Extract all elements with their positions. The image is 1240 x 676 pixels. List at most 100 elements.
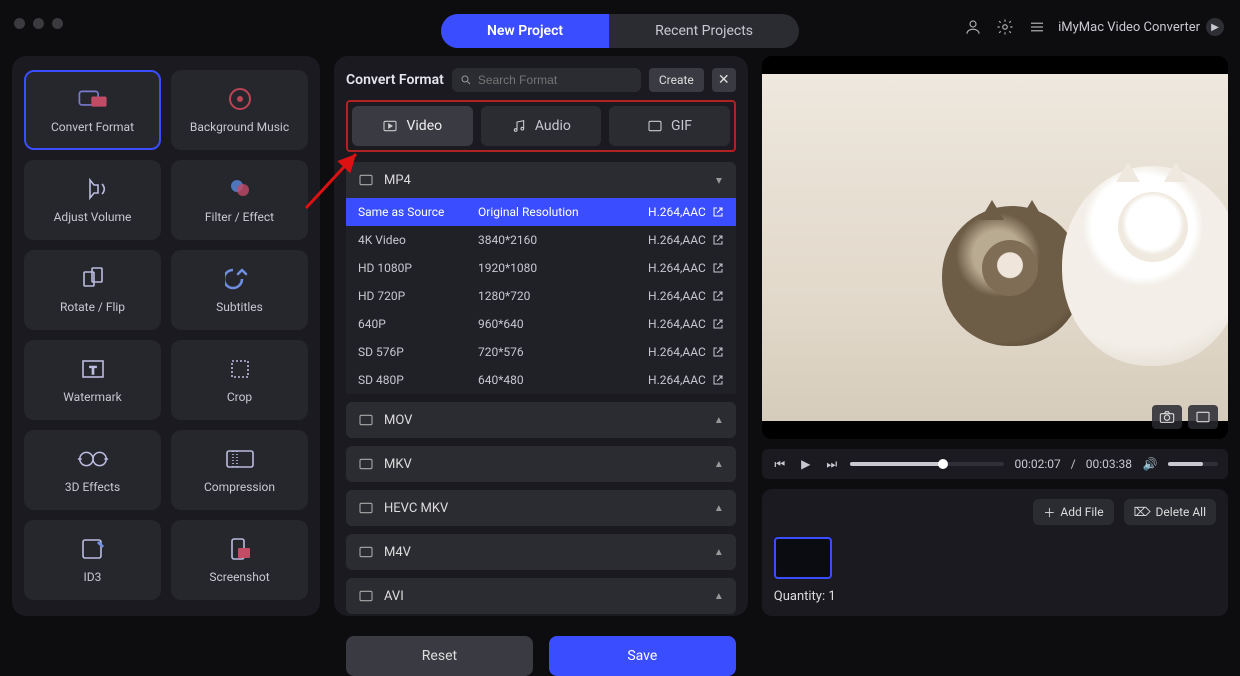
camera-icon bbox=[1159, 410, 1175, 424]
crop-icon bbox=[223, 356, 257, 382]
format-header-mp4[interactable]: MP4▲ bbox=[346, 162, 736, 198]
tool-label: Subtitles bbox=[216, 300, 263, 314]
fullscreen-icon bbox=[1195, 410, 1211, 424]
adjust-volume-icon bbox=[76, 176, 110, 202]
tool-label: Watermark bbox=[63, 390, 122, 404]
time-total: 00:03:38 bbox=[1086, 457, 1132, 471]
format-header-mov[interactable]: MOV▲ bbox=[346, 402, 736, 438]
tool-crop[interactable]: Crop bbox=[171, 340, 308, 420]
tool-background-music[interactable]: Background Music bbox=[171, 70, 308, 150]
seek-track[interactable] bbox=[850, 462, 1005, 466]
format-header-hevcmkv[interactable]: HEVC MKV▲ bbox=[346, 490, 736, 526]
format-row[interactable]: HD 1080P1920*1080H.264,AAC bbox=[346, 254, 736, 282]
chevron-icon: ▲ bbox=[714, 415, 724, 426]
container-icon bbox=[358, 172, 374, 188]
format-header-m4v[interactable]: M4V▲ bbox=[346, 534, 736, 570]
tool-screenshot[interactable]: Screenshot bbox=[171, 520, 308, 600]
save-button[interactable]: Save bbox=[549, 636, 736, 676]
format-row[interactable]: SD 480P640*480H.264,AAC bbox=[346, 366, 736, 394]
gif-icon bbox=[647, 118, 663, 134]
chevron-icon: ▲ bbox=[714, 547, 724, 558]
header-right: iMyMac Video Converter ▶ bbox=[962, 16, 1224, 38]
delete-all-button[interactable]: ⌦Delete All bbox=[1124, 499, 1216, 525]
tool-label: 3D Effects bbox=[65, 480, 120, 494]
screenshot-icon bbox=[223, 536, 257, 562]
format-row[interactable]: SD 576P720*576H.264,AAC bbox=[346, 338, 736, 366]
brand-label: iMyMac Video Converter bbox=[1058, 20, 1200, 35]
tool-label: Compression bbox=[204, 480, 275, 494]
snapshot-button[interactable] bbox=[1152, 405, 1182, 429]
format-row[interactable]: HD 720P1280*720H.264,AAC bbox=[346, 282, 736, 310]
external-icon bbox=[712, 346, 724, 358]
tool-id3[interactable]: ID3 bbox=[24, 520, 161, 600]
rotate-flip-icon bbox=[76, 266, 110, 292]
convert-panel: Convert Format Create ✕ Video Audio bbox=[334, 56, 748, 616]
player-timeline: ⏮ ▶ ⏭ 00:02:07 / 00:03:38 🔊 bbox=[762, 449, 1228, 479]
tool-rotate-flip[interactable]: Rotate / Flip bbox=[24, 250, 161, 330]
tool-label: Convert Format bbox=[51, 120, 134, 134]
queue-panel: ＋Add File ⌦Delete All Quantity: 1 bbox=[762, 489, 1228, 616]
external-icon bbox=[712, 318, 724, 330]
tool-label: Filter / Effect bbox=[205, 210, 274, 224]
tab-audio[interactable]: Audio bbox=[481, 106, 602, 146]
search-input[interactable] bbox=[478, 73, 633, 87]
tool-3d-effects[interactable]: 3D Effects bbox=[24, 430, 161, 510]
next-button[interactable]: ⏭ bbox=[824, 457, 840, 472]
format-row[interactable]: 640P960*640H.264,AAC bbox=[346, 310, 736, 338]
watermark-icon: T bbox=[76, 356, 110, 382]
chevron-icon: ▲ bbox=[714, 175, 724, 186]
tab-video[interactable]: Video bbox=[352, 106, 473, 146]
chevron-icon: ▲ bbox=[714, 503, 724, 514]
tool-filter-effect[interactable]: Filter / Effect bbox=[171, 160, 308, 240]
container-icon bbox=[358, 500, 374, 516]
format-header-avi[interactable]: AVI▲ bbox=[346, 578, 736, 614]
user-icon[interactable] bbox=[962, 16, 984, 38]
tools-panel: Convert Format Background Music Adjust Vol… bbox=[12, 56, 320, 616]
format-group-hevcmkv: HEVC MKV▲ bbox=[346, 490, 736, 526]
compression-icon bbox=[223, 446, 257, 472]
format-row[interactable]: 4K Video3840*2160H.264,AAC bbox=[346, 226, 736, 254]
search-icon bbox=[460, 74, 472, 86]
tool-convert-format[interactable]: Convert Format bbox=[24, 70, 161, 150]
search-format[interactable] bbox=[452, 68, 641, 92]
tool-subtitles[interactable]: Subtitles bbox=[171, 250, 308, 330]
brand-badge-icon: ▶ bbox=[1206, 18, 1224, 36]
tool-compression[interactable]: Compression bbox=[171, 430, 308, 510]
format-header-mkv[interactable]: MKV▲ bbox=[346, 446, 736, 482]
add-file-button[interactable]: ＋Add File bbox=[1033, 499, 1113, 525]
3d-effects-icon bbox=[76, 446, 110, 472]
close-button[interactable]: ✕ bbox=[712, 68, 736, 92]
format-type-tabs-highlight: Video Audio GIF bbox=[346, 100, 736, 152]
volume-icon[interactable]: 🔊 bbox=[1142, 457, 1158, 471]
fullscreen-button[interactable] bbox=[1188, 405, 1218, 429]
menu-icon[interactable] bbox=[1026, 16, 1048, 38]
tab-recent-projects[interactable]: Recent Projects bbox=[609, 14, 799, 48]
volume-track[interactable] bbox=[1168, 462, 1218, 466]
svg-text:T: T bbox=[89, 365, 96, 377]
tool-label: Crop bbox=[227, 390, 252, 404]
queue-thumbnail[interactable] bbox=[774, 537, 832, 579]
prev-button[interactable]: ⏮ bbox=[772, 457, 788, 472]
audio-icon bbox=[511, 118, 527, 134]
format-row[interactable]: Same as SourceOriginal ResolutionH.264,A… bbox=[346, 198, 736, 226]
chevron-icon: ▲ bbox=[714, 459, 724, 470]
container-icon bbox=[358, 456, 374, 472]
chevron-icon: ▲ bbox=[714, 591, 724, 602]
tool-adjust-volume[interactable]: Adjust Volume bbox=[24, 160, 161, 240]
time-current: 00:02:07 bbox=[1014, 457, 1060, 471]
container-icon bbox=[358, 544, 374, 560]
gear-icon[interactable] bbox=[994, 16, 1016, 38]
create-button[interactable]: Create bbox=[649, 68, 704, 92]
container-icon bbox=[358, 412, 374, 428]
tool-label: Adjust Volume bbox=[54, 210, 132, 224]
convert-format-icon bbox=[76, 86, 110, 112]
reset-button[interactable]: Reset bbox=[346, 636, 533, 676]
external-icon bbox=[712, 374, 724, 386]
play-button[interactable]: ▶ bbox=[798, 457, 814, 471]
format-group-mp4: MP4▲Same as SourceOriginal ResolutionH.2… bbox=[346, 162, 736, 394]
tab-new-project[interactable]: New Project bbox=[441, 14, 609, 48]
tool-watermark[interactable]: T Watermark bbox=[24, 340, 161, 420]
format-group-mkv: MKV▲ bbox=[346, 446, 736, 482]
tab-gif[interactable]: GIF bbox=[609, 106, 730, 146]
external-icon bbox=[712, 206, 724, 218]
